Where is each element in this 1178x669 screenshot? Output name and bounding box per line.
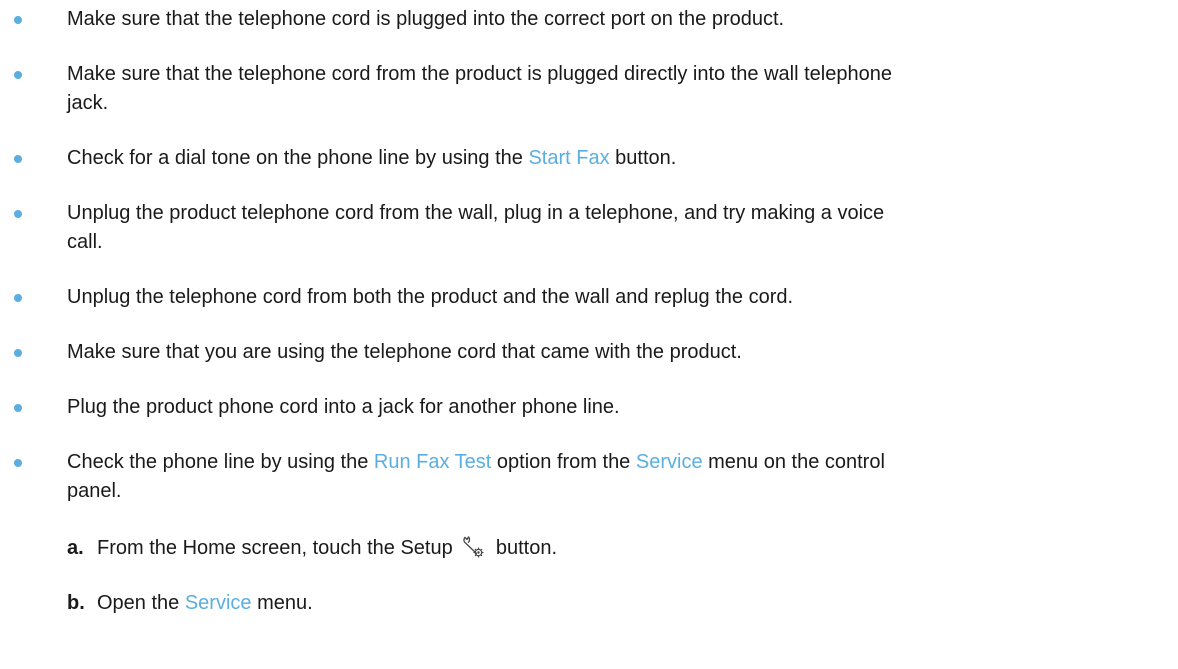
list-item-text-line: call. — [67, 231, 103, 253]
list-item-text: Unplug the telephone cord from both the … — [67, 286, 794, 308]
bullet-dot-icon — [14, 459, 22, 467]
step-text: From the Home screen, touch the Setup bu… — [97, 534, 1097, 563]
start-fax-button-reference: Start Fax — [528, 147, 610, 169]
bullet-dot-icon — [14, 71, 22, 79]
bullet-dot-icon — [14, 404, 22, 412]
text-segment: button. — [609, 147, 677, 169]
list-item-text-line: Unplug the product telephone cord from t… — [67, 202, 885, 224]
step-text: Open the Service menu. — [97, 589, 1097, 618]
list-item-text-line: Make sure that the telephone cord from t… — [67, 63, 892, 85]
step-letter: b. — [67, 592, 85, 614]
run-fax-test-option-reference: Run Fax Test — [373, 451, 492, 473]
text-segment: button. — [490, 537, 558, 559]
text-segment: Open the — [97, 592, 185, 614]
list-item-text-line: jack. — [67, 92, 109, 114]
bullet-dot-icon — [14, 210, 22, 218]
text-segment: menu on the control — [702, 451, 885, 473]
list-item-text-line: panel. — [67, 480, 122, 502]
list-item-text: Check for a dial tone on the phone line … — [67, 144, 1127, 173]
bullet-dot-icon — [14, 349, 22, 357]
list-item-text: Make sure that the telephone cord from t… — [67, 60, 1127, 118]
text-segment: Check the phone line by using the — [67, 451, 374, 473]
list-item-text: Check the phone line by using the Run Fa… — [67, 448, 1127, 506]
text-segment: Check for a dial tone on the phone line … — [67, 147, 529, 169]
setup-wrench-gear-icon — [461, 534, 487, 560]
text-segment: menu. — [251, 592, 313, 614]
text-segment: From the Home screen, touch the Setup — [97, 537, 459, 559]
service-menu-reference: Service — [635, 451, 703, 473]
text-segment: option from the — [491, 451, 636, 473]
list-item-text: Make sure that you are using the telepho… — [67, 341, 742, 363]
step-letter: a. — [67, 537, 84, 559]
list-item-text: Unplug the product telephone cord from t… — [67, 199, 1127, 257]
bullet-dot-icon — [14, 294, 22, 302]
service-menu-reference: Service — [184, 592, 252, 614]
bullet-dot-icon — [14, 155, 22, 163]
list-item-text: Plug the product phone cord into a jack … — [67, 396, 620, 418]
list-item-text: Make sure that the telephone cord is plu… — [67, 8, 785, 30]
bullet-dot-icon — [14, 16, 22, 24]
